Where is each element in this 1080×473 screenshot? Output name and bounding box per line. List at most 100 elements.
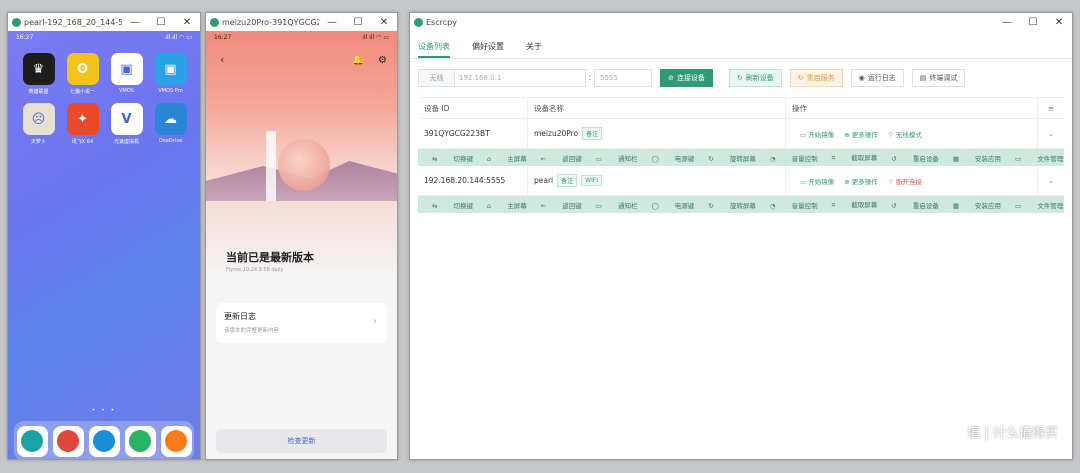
log-button[interactable]: ◉ 运行日志 bbox=[850, 69, 904, 87]
phone-window-pearl: pearl-192_168_20_144-5555 — ☐ ✕ 16:27 ıl… bbox=[7, 12, 201, 460]
maximize-button[interactable]: ☐ bbox=[345, 13, 371, 31]
chevron-right-icon: › bbox=[373, 316, 377, 327]
device-name: meizu20Pro bbox=[534, 129, 579, 138]
control-button[interactable]: ▭ 通知栏 bbox=[596, 153, 640, 163]
control-button[interactable]: ⌂ 主屏幕 bbox=[487, 153, 529, 163]
op-icon: ⊕ bbox=[844, 130, 852, 139]
control-button[interactable]: ▭ 通知栏 bbox=[596, 200, 640, 210]
ip-input[interactable]: 192.168.0.1 bbox=[455, 70, 585, 86]
changelog-card[interactable]: 更新日志 该版本的完整更新内容 › bbox=[216, 303, 387, 343]
op-button[interactable]: ▭ 开始镜像 bbox=[800, 176, 834, 186]
control-button[interactable]: ↺ 重启设备 bbox=[891, 200, 941, 210]
control-button[interactable]: ◯ 电源键 bbox=[651, 200, 696, 210]
control-button[interactable]: ▭ 文件管理 bbox=[1015, 200, 1064, 210]
device-tag[interactable]: WIFI bbox=[581, 175, 603, 186]
control-button[interactable]: ◔ 音量控制 bbox=[770, 200, 820, 210]
terminal-label: 终端调试 bbox=[929, 74, 958, 82]
refresh-button[interactable]: ↻ 刷新设备 bbox=[728, 69, 782, 87]
terminal-button[interactable]: ▤ 终端调试 bbox=[911, 69, 966, 87]
control-button[interactable]: ▭ 文件管理 bbox=[1015, 153, 1064, 163]
speedtest-icon[interactable] bbox=[124, 425, 156, 457]
minimize-button[interactable]: — bbox=[122, 13, 148, 31]
control-button[interactable]: ⌗ 截取屏幕 bbox=[832, 152, 880, 163]
phone-screen[interactable]: 16:27 ıll ıll ◠ ▭ ‹ 🔔 ⚙ 当前已是最新版本 Flyme 1… bbox=[206, 31, 397, 459]
edge-icon[interactable] bbox=[16, 425, 48, 457]
control-label: 返回键 bbox=[562, 201, 582, 210]
expand-chevron-icon[interactable]: ⌄ bbox=[1038, 166, 1064, 195]
control-button[interactable]: ⇆ 切换键 bbox=[432, 153, 475, 163]
control-button[interactable]: ↻ 旋转屏幕 bbox=[708, 200, 758, 210]
ip-input-group: 无线 192.168.0.1 bbox=[418, 69, 586, 87]
gear-icon[interactable]: ⚙ bbox=[378, 55, 387, 66]
control-button[interactable]: ⌂ 主屏幕 bbox=[487, 200, 529, 210]
op-button[interactable]: ⌔ 无线模式 bbox=[888, 129, 922, 139]
tab-device-list[interactable]: 设备列表 bbox=[418, 38, 450, 58]
back-icon[interactable]: ‹ bbox=[220, 53, 224, 66]
check-update-button[interactable]: 检查更新 bbox=[216, 429, 387, 453]
control-button[interactable]: ◯ 电源键 bbox=[651, 153, 696, 163]
app-qimao[interactable]: ʘ 七猫小说一 bbox=[66, 53, 99, 95]
op-button[interactable]: ⌔ 断开连接 bbox=[888, 176, 922, 186]
app-vmos[interactable]: ▣ VMOS bbox=[110, 53, 143, 95]
control-label: 主屏幕 bbox=[507, 201, 527, 210]
control-button[interactable]: ← 返回键 bbox=[541, 200, 584, 210]
edge-beta-icon[interactable] bbox=[88, 425, 120, 457]
phone-screen[interactable]: 16:27 ıll ıll ◠ ▭ ♛ 英雄联盟 ʘ 七猫小说一 ▣ VMOS ▣ VMOS … bbox=[8, 31, 200, 459]
table-header: 设备 ID 设备名称 操作 ≡ bbox=[418, 98, 1064, 119]
control-button[interactable]: ← 返回键 bbox=[541, 153, 584, 163]
restart-service-button[interactable]: ↻ 重启服务 bbox=[789, 69, 843, 87]
xunfei-icon: ✦ bbox=[66, 103, 99, 135]
app-vcloud[interactable]: V 光速虚拟机 bbox=[110, 103, 143, 145]
op-button[interactable]: ⊕ 更多操作 bbox=[844, 129, 878, 139]
hero-sphere bbox=[278, 139, 330, 191]
control-button[interactable]: ↺ 重启设备 bbox=[891, 153, 941, 163]
minimize-button[interactable]: — bbox=[994, 13, 1020, 31]
op-icon: ⌔ bbox=[887, 130, 896, 139]
scrcpy-app-icon bbox=[210, 17, 219, 27]
device-tag[interactable]: 备注 bbox=[557, 174, 578, 187]
status-bar: 16:27 ıll ıll ◠ ▭ bbox=[206, 31, 397, 43]
escrcpy-window: Escrcpy — ☐ ✕ 设备列表 偏好设置 关于 无线 192.168.0.… bbox=[409, 12, 1073, 460]
column-menu-icon[interactable]: ≡ bbox=[1038, 98, 1064, 118]
control-button[interactable]: ⌗ 截取屏幕 bbox=[832, 199, 880, 210]
qimao-icon: ʘ bbox=[66, 53, 99, 85]
close-button[interactable]: ✕ bbox=[371, 13, 397, 31]
minimize-button[interactable]: — bbox=[319, 13, 345, 31]
device-name: pearl bbox=[534, 176, 554, 185]
firefox-icon[interactable] bbox=[160, 425, 192, 457]
expand-chevron-icon[interactable]: ⌄ bbox=[1038, 119, 1064, 148]
app-lol[interactable]: ♛ 英雄联盟 bbox=[22, 53, 55, 95]
control-button[interactable]: ▦ 安装应用 bbox=[953, 200, 1003, 210]
tab-about[interactable]: 关于 bbox=[526, 38, 542, 58]
maximize-button[interactable]: ☐ bbox=[148, 13, 174, 31]
device-table: 设备 ID 设备名称 操作 ≡ 391QYGCG223BT meizu20Pro… bbox=[418, 97, 1064, 213]
bell-icon[interactable]: 🔔 bbox=[352, 55, 364, 66]
port-input[interactable]: 5555 bbox=[594, 69, 652, 87]
dock-icon-shape bbox=[93, 430, 115, 452]
app-onedrive[interactable]: ☁ OneDrive bbox=[154, 103, 187, 145]
maximize-button[interactable]: ☐ bbox=[1020, 13, 1046, 31]
tab-preferences[interactable]: 偏好设置 bbox=[472, 38, 504, 58]
control-button[interactable]: ◔ 音量控制 bbox=[770, 153, 820, 163]
app-vmos-pro[interactable]: ▣ VMOS Pro bbox=[154, 53, 187, 95]
control-button[interactable]: ▦ 安装应用 bbox=[953, 153, 1003, 163]
app-xunfei[interactable]: ✦ 讯飞X 64 bbox=[66, 103, 99, 145]
device-tag[interactable]: 备注 bbox=[582, 127, 603, 140]
device-ops: ▭ 开始镜像 ⊕ 更多操作 ⌔ 断开连接 bbox=[786, 166, 1038, 195]
connect-button[interactable]: ⊘ 连接设备 bbox=[660, 69, 713, 87]
op-button[interactable]: ⊕ 更多操作 bbox=[844, 176, 878, 186]
onedrive-icon: ☁ bbox=[154, 103, 187, 135]
control-label: 截取屏幕 bbox=[851, 154, 878, 162]
op-label: 断开连接 bbox=[895, 177, 922, 186]
app-fox[interactable]: ☹ 天萝卜 bbox=[22, 103, 55, 145]
app-label: 讯飞X 64 bbox=[71, 139, 94, 145]
op-button[interactable]: ▭ 开始镜像 bbox=[800, 129, 834, 139]
close-button[interactable]: ✕ bbox=[1046, 13, 1072, 31]
control-button[interactable]: ↻ 旋转屏幕 bbox=[708, 153, 758, 163]
device-name-cell: meizu20Pro 备注 bbox=[528, 119, 786, 148]
control-bar: ⇆ 切换键 ⌂ 主屏幕 ← 返回键 ▭ 通知栏 ◯ 电源键 ↻ 旋转屏幕 ◔ 音量控制 ⌗ 截… bbox=[418, 196, 1064, 213]
control-button[interactable]: ⇆ 切换键 bbox=[432, 200, 475, 210]
chrome-icon[interactable] bbox=[52, 425, 84, 457]
close-button[interactable]: ✕ bbox=[174, 13, 200, 31]
phone-window-meizu: meizu20Pro-391QYGCG223BT — ☐ ✕ 16:27 ıll… bbox=[205, 12, 398, 460]
